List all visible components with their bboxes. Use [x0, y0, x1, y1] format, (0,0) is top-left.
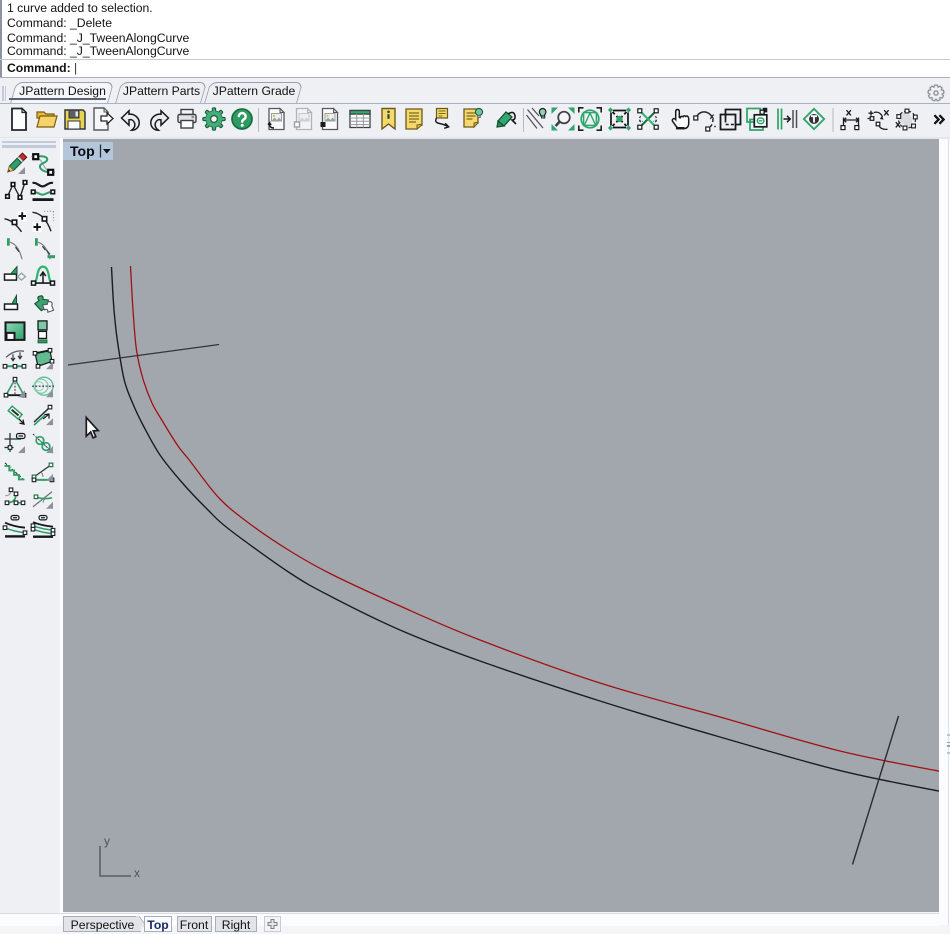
svg-text:x: x: [134, 866, 140, 880]
svg-text:y: y: [104, 834, 110, 848]
